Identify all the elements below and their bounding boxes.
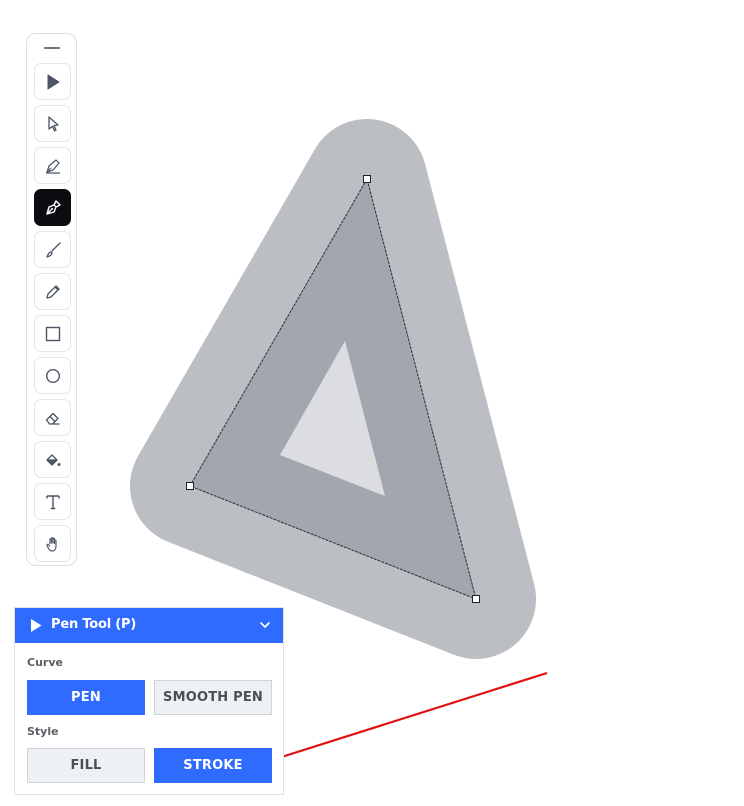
- tool-direct-select[interactable]: [34, 105, 71, 142]
- filled-cursor-icon: [47, 74, 59, 89]
- curve-option-pen[interactable]: PEN: [27, 680, 145, 715]
- tool-pen-tool[interactable]: [34, 189, 71, 226]
- brush-icon: [45, 241, 61, 258]
- square-icon: [45, 326, 60, 341]
- tool-pencil[interactable]: [34, 273, 71, 310]
- cursor-icon: [31, 619, 42, 632]
- outline-cursor-icon: [47, 115, 59, 131]
- tool-pen[interactable]: [34, 147, 71, 184]
- tool-hand[interactable]: [34, 525, 71, 562]
- pen-tool-panel: Pen Tool (P) Curve PEN SMOOTH PEN Style …: [14, 607, 284, 795]
- palette-drag-handle[interactable]: [44, 47, 60, 49]
- tool-text[interactable]: [34, 483, 71, 520]
- pen-tool-icon: [45, 199, 61, 215]
- tool-brush[interactable]: [34, 231, 71, 268]
- tool-ellipse[interactable]: [34, 357, 71, 394]
- style-option-stroke[interactable]: STROKE: [154, 748, 272, 783]
- tool-eraser[interactable]: [34, 399, 71, 436]
- chevron-down-icon[interactable]: [259, 620, 271, 630]
- text-icon: [45, 494, 60, 509]
- tool-palette: [26, 33, 77, 566]
- panel-header[interactable]: Pen Tool (P): [15, 608, 283, 643]
- hand-icon: [45, 536, 57, 552]
- curve-label: Curve: [27, 656, 63, 669]
- eraser-icon: [45, 412, 59, 425]
- style-option-fill[interactable]: FILL: [27, 748, 145, 783]
- anchor-point-top[interactable]: [363, 175, 371, 183]
- circle-icon: [45, 368, 60, 383]
- tool-rectangle[interactable]: [34, 315, 71, 352]
- annotation-arrow: [271, 671, 548, 762]
- style-label: Style: [27, 725, 59, 738]
- panel-title: Pen Tool (P): [51, 617, 137, 632]
- tool-select[interactable]: [34, 63, 71, 100]
- anchor-point-right[interactable]: [472, 595, 480, 603]
- triangle-shape[interactable]: [130, 119, 536, 659]
- pen-nib-icon: [45, 158, 60, 174]
- tool-fill[interactable]: [34, 441, 71, 478]
- anchor-point-left[interactable]: [186, 482, 194, 490]
- pencil-icon: [45, 284, 60, 299]
- curve-option-smooth-pen[interactable]: SMOOTH PEN: [154, 680, 272, 715]
- paint-bucket-icon: [45, 453, 60, 466]
